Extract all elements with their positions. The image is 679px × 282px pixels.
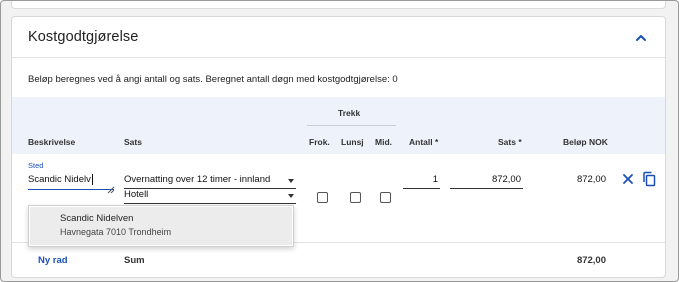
caret-down-icon (288, 179, 294, 183)
close-icon[interactable] (621, 172, 635, 186)
belop-value: 872,00 (576, 174, 606, 185)
overnatting-select-value: Hotell (124, 189, 149, 200)
mid-checkbox[interactable] (380, 192, 391, 203)
column-mid: Mid. (375, 137, 392, 147)
lunsj-checkbox[interactable] (350, 192, 361, 203)
new-row-button[interactable]: Ny rad (38, 255, 68, 266)
column-lunsj: Lunsj (341, 137, 364, 147)
sats-input[interactable]: 872,00 (450, 172, 523, 189)
suggestion-name: Scandic Nidelven (60, 213, 134, 224)
column-antall: Antall * (409, 137, 439, 147)
window-frame: Kostgodtgjørelse Beløp beregnes ved å an… (0, 0, 679, 282)
suggestion-address: Havnegata 7010 Trondheim (60, 227, 172, 237)
caret-down-icon (288, 194, 294, 198)
overnatting-select[interactable]: Hotell (124, 187, 296, 204)
info-text: Beløp beregnes ved å angi antall og sats… (28, 74, 398, 85)
trekk-group-header: Trekk (338, 108, 361, 118)
sats-select-value: Overnatting over 12 timer - innland (124, 174, 271, 185)
suggestion-item[interactable]: Scandic Nidelven Havnegata 7010 Trondhei… (30, 207, 292, 245)
antall-input[interactable]: 1 (403, 172, 440, 189)
frok-checkbox[interactable] (317, 192, 328, 203)
section-title: Kostgodtgjørelse (28, 29, 139, 45)
sted-suggestions: Scandic Nidelven Havnegata 7010 Trondhei… (28, 205, 294, 247)
previous-card-edge (11, 1, 666, 9)
chevron-up-icon[interactable] (632, 30, 650, 46)
column-frok: Frok. (309, 137, 330, 147)
column-belop: Beløp NOK (563, 137, 608, 147)
card-header[interactable]: Kostgodtgjørelse (12, 17, 665, 58)
kostgodtgjorelse-card: Kostgodtgjørelse Beløp beregnes ved å an… (11, 16, 666, 278)
sted-label: Sted (28, 161, 44, 170)
sum-label: Sum (124, 255, 145, 266)
trekk-divider (307, 125, 396, 126)
resize-grip-icon[interactable] (107, 186, 115, 194)
column-beskrivelse: Beskrivelse (28, 137, 76, 147)
column-sats: Sats (124, 137, 142, 147)
copy-icon[interactable] (642, 171, 657, 187)
sted-input[interactable]: Scandic Nidelv (28, 172, 114, 190)
sum-value: 872,00 (576, 255, 606, 266)
sted-value: Scandic Nidelv (28, 174, 91, 185)
column-sats-value: Sats * (498, 137, 522, 147)
